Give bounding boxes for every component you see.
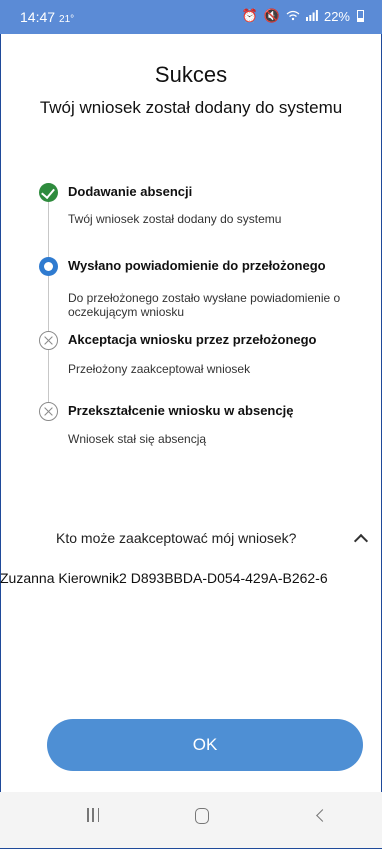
approver-value: Zuzanna Kierownik2 D893BBDA-D054-429A-B2… bbox=[0, 570, 328, 586]
step-title: Przekształcenie wniosku w absencję bbox=[68, 403, 294, 418]
battery-icon bbox=[357, 10, 364, 22]
back-icon[interactable] bbox=[316, 809, 329, 822]
progress-steps: Dodawanie absencji Twój wniosek został d… bbox=[0, 178, 382, 478]
step-description: Wniosek stał się absencją bbox=[68, 432, 207, 446]
page-subtitle: Twój wniosek został dodany do systemu bbox=[39, 98, 343, 117]
step-title: Akceptacja wniosku przez przełożonego bbox=[68, 332, 317, 347]
ok-button[interactable]: OK bbox=[47, 719, 363, 771]
steps-connector bbox=[48, 198, 49, 260]
alarm-icon: ⏰ bbox=[241, 8, 258, 23]
radio-current-icon bbox=[39, 257, 58, 276]
system-nav-bar bbox=[0, 792, 382, 848]
signal-icon bbox=[305, 9, 318, 24]
pending-x-icon bbox=[39, 402, 58, 421]
pending-x-icon bbox=[39, 331, 58, 350]
steps-connector bbox=[48, 276, 49, 338]
steps-connector bbox=[48, 350, 49, 402]
page-title: Sukces bbox=[154, 62, 228, 87]
step-description: Twój wniosek został dodany do systemu bbox=[68, 212, 282, 226]
step-description: Do przełożonego zostało wysłane powiadom… bbox=[68, 291, 341, 319]
battery-percent: 22% bbox=[323, 8, 350, 24]
approvers-question[interactable]: Kto może zaakceptować mój wniosek? bbox=[56, 530, 296, 546]
status-temperature: 21° bbox=[59, 14, 75, 25]
step-title: Wysłano powiadomienie do przełożonego bbox=[68, 258, 326, 273]
status-time: 14:47 21° bbox=[20, 9, 75, 25]
mute-icon: 🔇 bbox=[263, 8, 280, 23]
status-icons: ⏰ 🔇 22% bbox=[242, 8, 364, 24]
home-icon[interactable] bbox=[195, 808, 209, 824]
status-bar: 14:47 21° ⏰ 🔇 22% bbox=[0, 0, 382, 34]
step-description: Przełożony zaakceptował wniosek bbox=[68, 362, 251, 376]
wifi-icon bbox=[286, 9, 300, 24]
check-circle-icon bbox=[39, 183, 58, 202]
step-title: Dodawanie absencji bbox=[68, 184, 193, 199]
recent-apps-icon[interactable] bbox=[87, 808, 99, 822]
